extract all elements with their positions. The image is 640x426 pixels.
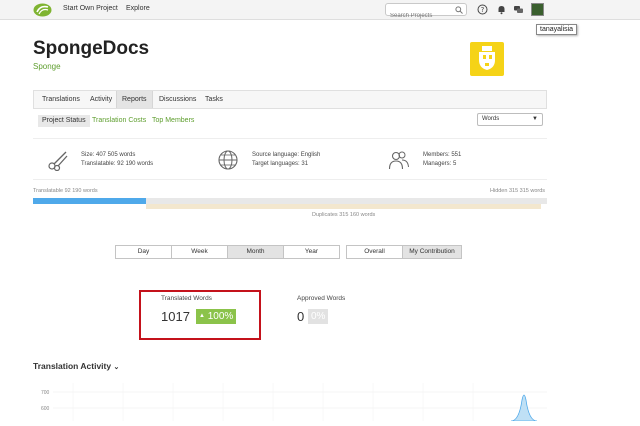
messages-icon[interactable] bbox=[513, 4, 524, 15]
crowdin-logo-icon[interactable] bbox=[33, 3, 52, 17]
range-week-button[interactable]: Week bbox=[171, 245, 228, 259]
stat-members-block: Members: 551 Managers: 5 bbox=[423, 151, 461, 169]
start-own-project-link[interactable]: Start Own Project bbox=[63, 5, 118, 12]
svg-text:?: ? bbox=[481, 6, 485, 14]
translation-activity-heading[interactable]: Translation Activity ⌄ bbox=[33, 361, 119, 371]
arrow-up-icon: ▲ bbox=[199, 313, 205, 319]
stat-target-languages: Target languages: 31 bbox=[252, 161, 309, 167]
duplicates-bar bbox=[146, 204, 541, 209]
explore-link[interactable]: Explore bbox=[126, 5, 150, 12]
translation-activity-title: Translation Activity bbox=[33, 361, 112, 371]
tab-discussions[interactable]: Discussions bbox=[154, 91, 201, 108]
stat-managers: Managers: 5 bbox=[423, 161, 457, 167]
stat-translatable: Translatable: 92 190 words bbox=[81, 161, 154, 167]
username-tooltip: tanayalisia bbox=[536, 24, 578, 35]
translated-words-value: 1017 bbox=[161, 309, 190, 324]
search-projects-input[interactable] bbox=[386, 10, 450, 22]
subtab-project-status[interactable]: Project Status bbox=[38, 115, 90, 127]
search-icon[interactable] bbox=[455, 6, 463, 14]
bell-icon[interactable] bbox=[496, 4, 507, 15]
top-navigation-bar: Start Own Project Explore ? bbox=[0, 0, 640, 22]
search-projects-box[interactable] bbox=[385, 3, 467, 22]
project-logo bbox=[470, 42, 504, 76]
chevron-down-icon: ⌄ bbox=[113, 364, 120, 371]
translation-activity-chart: 700 600 bbox=[33, 378, 547, 422]
tab-reports[interactable]: Reports bbox=[116, 91, 153, 108]
translated-percent-value: 100% bbox=[207, 311, 234, 323]
scope-overall-button[interactable]: Overall bbox=[346, 245, 403, 259]
chevron-down-icon: ▼ bbox=[532, 116, 538, 122]
sponge-logo-icon bbox=[479, 46, 495, 70]
users-icon bbox=[388, 151, 409, 170]
translated-words-label: Translated Words bbox=[161, 295, 212, 302]
translation-progress-fill bbox=[33, 198, 147, 204]
approved-percent-value: 0% bbox=[311, 311, 326, 322]
range-month-button[interactable]: Month bbox=[227, 245, 284, 259]
scissors-icon bbox=[48, 151, 68, 171]
unit-select-value: Words bbox=[482, 116, 500, 122]
tab-translations[interactable]: Translations bbox=[37, 91, 85, 108]
stat-size-block: Size: 407 505 words Translatable: 92 190… bbox=[81, 151, 153, 169]
project-tabs: Translations Activity Reports Discussion… bbox=[33, 90, 547, 109]
approved-percent-badge: 0% bbox=[308, 309, 329, 324]
globe-icon bbox=[218, 150, 238, 170]
activity-chart-svg: 700 600 bbox=[41, 383, 547, 422]
y-tick-label: 700 bbox=[41, 390, 50, 396]
range-year-button[interactable]: Year bbox=[283, 245, 340, 259]
vertical-grid bbox=[72, 383, 474, 421]
unit-select[interactable]: Words ▼ bbox=[477, 113, 543, 126]
translated-percent-badge: ▲ 100% bbox=[196, 309, 237, 324]
approved-words-value: 0 bbox=[297, 309, 305, 324]
subtab-translation-costs[interactable]: Translation Costs bbox=[88, 115, 150, 127]
stat-members: Members: 551 bbox=[423, 152, 462, 158]
tab-tasks[interactable]: Tasks bbox=[200, 91, 228, 108]
approved-words-label: Approved Words bbox=[297, 295, 346, 302]
help-icon[interactable]: ? bbox=[477, 4, 488, 15]
project-title: SpongeDocs bbox=[33, 38, 150, 59]
translatable-progress-label: Translatable 92 190 words bbox=[33, 188, 98, 194]
tab-activity[interactable]: Activity bbox=[85, 91, 117, 108]
hidden-progress-label: Hidden 315 315 words bbox=[490, 188, 546, 194]
range-day-button[interactable]: Day bbox=[115, 245, 172, 259]
y-tick-label: 600 bbox=[41, 406, 50, 412]
project-subtitle-link[interactable]: Sponge bbox=[33, 62, 61, 71]
user-avatar[interactable] bbox=[531, 3, 544, 16]
project-stats-row: Size: 407 505 words Translatable: 92 190… bbox=[33, 138, 547, 180]
stat-size: Size: 407 505 words bbox=[81, 152, 136, 158]
subtab-top-members[interactable]: Top Members bbox=[148, 115, 198, 127]
duplicates-label: Duplicates 315 160 words bbox=[312, 212, 376, 218]
stat-source-language: Source language: English bbox=[252, 152, 321, 158]
scope-my-contribution-button[interactable]: My Contribution bbox=[402, 245, 462, 259]
stat-language-block: Source language: English Target language… bbox=[252, 151, 320, 169]
